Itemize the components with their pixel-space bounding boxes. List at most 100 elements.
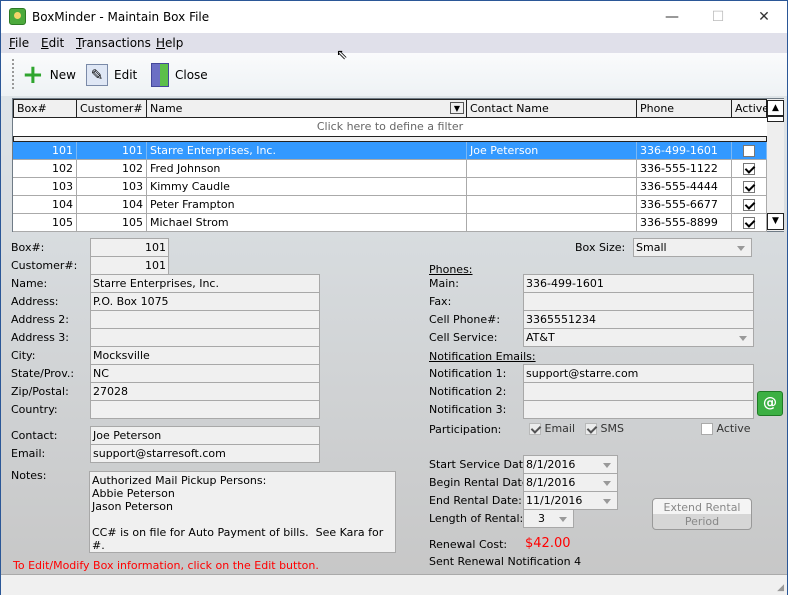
active-checkbox[interactable] (743, 217, 755, 229)
cell-box[interactable]: 102 (13, 160, 77, 178)
resize-grip-icon[interactable]: ◢ (777, 583, 784, 593)
new-button[interactable]: + New (22, 62, 76, 88)
cell-contact[interactable] (467, 196, 637, 214)
renewal-cost-label: Renewal Cost: (429, 538, 508, 551)
menu-transactions[interactable]: Transactions (76, 36, 151, 50)
box-grid[interactable]: Box# Customer# Name ▼ Contact Name Phone… (12, 98, 784, 232)
cell-box[interactable]: 104 (13, 196, 77, 214)
cell-box[interactable]: 103 (13, 178, 77, 196)
cell-name[interactable]: Kimmy Caudle (147, 178, 467, 196)
header-contact[interactable]: Contact Name (467, 99, 637, 118)
end-date-field[interactable]: 11/1/2016 (523, 491, 618, 510)
header-box[interactable]: Box# (13, 99, 77, 118)
vertical-scrollbar[interactable]: ▲ ▼ (767, 99, 784, 231)
table-row[interactable]: 104 104 Peter Frampton 336-555-6677 (13, 196, 767, 214)
email-check-icon (529, 423, 541, 435)
cell-customer[interactable]: 104 (77, 196, 147, 214)
scroll-thumb[interactable] (767, 116, 784, 122)
cell-contact[interactable] (467, 214, 637, 232)
cell-phone[interactable]: 336-555-1122 (637, 160, 732, 178)
box-field[interactable]: 101 (90, 238, 169, 257)
cell-phone[interactable]: 336-555-4444 (637, 178, 732, 196)
fax-field[interactable] (523, 292, 754, 311)
address2-field[interactable] (90, 310, 320, 329)
notes-field[interactable]: Authorized Mail Pickup Persons: Abbie Pe… (89, 471, 396, 553)
sms-checkbox[interactable]: SMS (585, 422, 624, 435)
active-checkbox[interactable] (743, 163, 755, 175)
scroll-down-icon[interactable]: ▼ (767, 213, 784, 230)
n1-field[interactable]: support@starre.com (523, 364, 754, 383)
length-date-field[interactable]: 3 (523, 509, 574, 528)
cell-name[interactable]: Peter Frampton (147, 196, 467, 214)
main-field[interactable]: 336-499-1601 (523, 274, 754, 293)
cell-phone[interactable]: 336-555-6677 (637, 196, 732, 214)
active-checkbox[interactable] (743, 145, 755, 157)
table-row[interactable]: 103 103 Kimmy Caudle 336-555-4444 (13, 178, 767, 196)
menu-edit[interactable]: Edit (41, 36, 64, 50)
cell-field[interactable]: 3365551234 (523, 310, 754, 329)
cell-name[interactable]: Fred Johnson (147, 160, 467, 178)
cell-active[interactable] (732, 196, 767, 214)
table-row[interactable]: 101 101 Starre Enterprises, Inc. Joe Peters… (13, 142, 767, 160)
close-button[interactable]: Close (151, 62, 208, 88)
n3-field[interactable] (523, 400, 754, 419)
active-checkbox[interactable] (743, 199, 755, 211)
n2-field[interactable] (523, 382, 754, 401)
cell-customer[interactable]: 105 (77, 214, 147, 232)
address3-field[interactable] (90, 328, 320, 347)
table-row[interactable]: 105 105 Michael Strom 336-555-8899 (13, 214, 767, 232)
pencil-icon: ✎ (86, 64, 108, 86)
cell-contact[interactable] (467, 160, 637, 178)
n1-label: Notification 1: (429, 367, 507, 380)
zip-field[interactable]: 27028 (90, 382, 320, 401)
email-field[interactable]: support@starresoft.com (90, 444, 320, 463)
extend-rental-button[interactable]: Extend Rental Period (652, 498, 752, 530)
edit-button[interactable]: ✎ Edit (86, 62, 137, 88)
name-filter-dropdown-icon[interactable]: ▼ (450, 102, 464, 114)
table-row[interactable]: 102 102 Fred Johnson 336-555-1122 (13, 160, 767, 178)
cell-box[interactable]: 101 (13, 142, 77, 160)
name-field[interactable]: Starre Enterprises, Inc. (90, 274, 320, 293)
cell-customer[interactable]: 101 (77, 142, 147, 160)
cell-customer[interactable]: 103 (77, 178, 147, 196)
begin-date-field[interactable]: 8/1/2016 (523, 473, 618, 492)
email-checkbox[interactable]: Email (529, 422, 575, 435)
active-checkbox[interactable]: Active (701, 422, 751, 435)
filter-row[interactable]: Click here to define a filter (13, 118, 767, 136)
customer-field[interactable]: 101 (90, 256, 169, 275)
cell-contact[interactable]: Joe Peterson (467, 142, 637, 160)
start-date-field[interactable]: 8/1/2016 (523, 455, 618, 474)
cell-name[interactable]: Michael Strom (147, 214, 467, 232)
header-name[interactable]: Name (147, 99, 467, 118)
header-customer[interactable]: Customer# (77, 99, 147, 118)
cell-service-field[interactable]: AT&T (523, 328, 754, 347)
status-bar: ◢ (1, 574, 787, 595)
close-window-button[interactable]: ✕ (741, 1, 787, 33)
city-field[interactable]: Mocksville (90, 346, 320, 365)
cell-active[interactable] (732, 214, 767, 232)
contact-field[interactable]: Joe Peterson (90, 426, 320, 445)
cell-name[interactable]: Starre Enterprises, Inc. (147, 142, 467, 160)
cell-active[interactable] (732, 142, 767, 160)
scroll-up-icon[interactable]: ▲ (767, 100, 784, 116)
menu-help[interactable]: Help (156, 36, 183, 50)
address-field[interactable]: P.O. Box 1075 (90, 292, 320, 311)
email-at-button[interactable]: @ (757, 391, 783, 416)
maximize-button[interactable]: ☐ (695, 1, 741, 33)
minimize-button[interactable]: — (649, 1, 695, 33)
state-field[interactable]: NC (90, 364, 320, 383)
country-field[interactable] (90, 400, 320, 419)
cell-contact[interactable] (467, 178, 637, 196)
box-size-select[interactable]: Small (633, 238, 752, 257)
menu-file[interactable]: File (9, 36, 29, 50)
cell-box[interactable]: 105 (13, 214, 77, 232)
active-checkbox[interactable] (743, 181, 755, 193)
header-active[interactable]: Active (732, 99, 769, 118)
header-phone[interactable]: Phone (637, 99, 732, 118)
cell-phone[interactable]: 336-499-1601 (637, 142, 732, 160)
n3-label: Notification 3: (429, 403, 507, 416)
cell-active[interactable] (732, 160, 767, 178)
cell-customer[interactable]: 102 (77, 160, 147, 178)
cell-active[interactable] (732, 178, 767, 196)
cell-phone[interactable]: 336-555-8899 (637, 214, 732, 232)
